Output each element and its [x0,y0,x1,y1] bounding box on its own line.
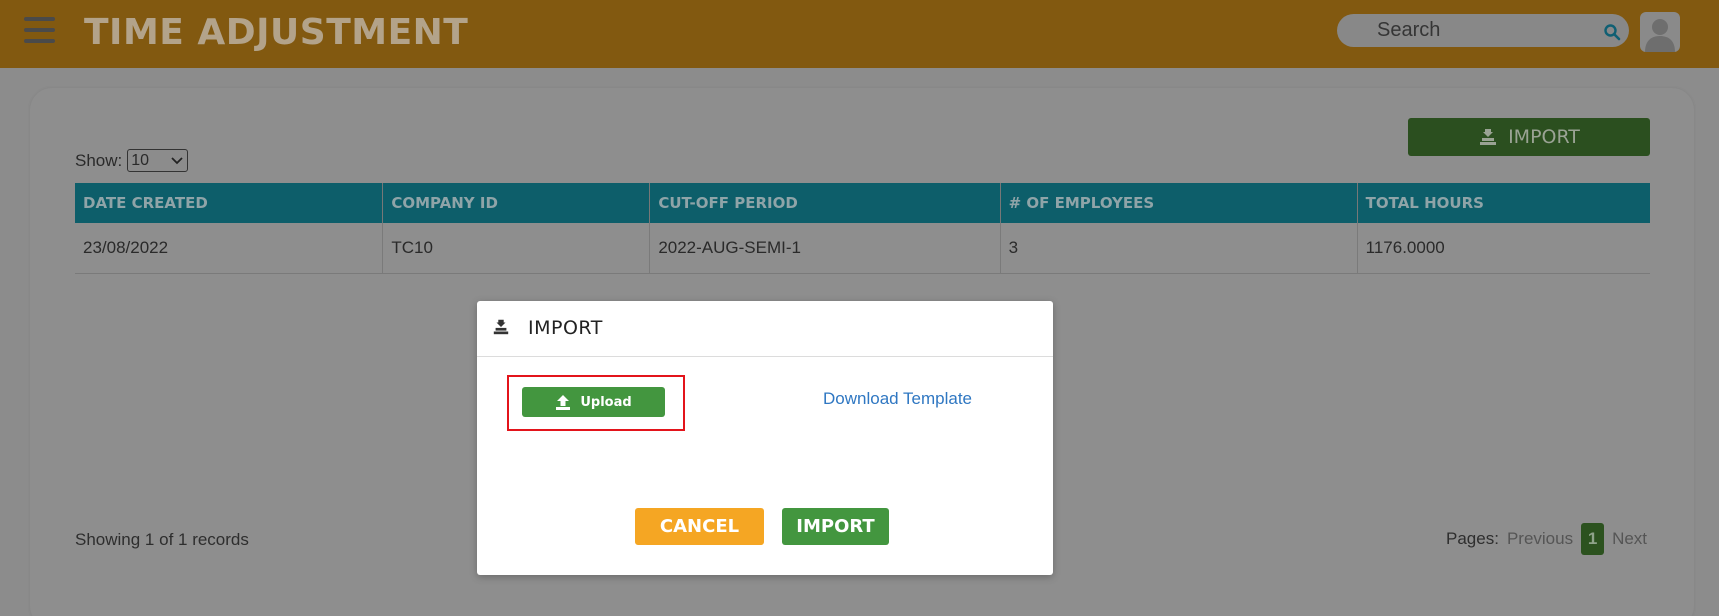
cell-company-id: TC10 [382,223,651,274]
table-row[interactable]: 23/08/2022 TC10 2022-AUG-SEMI-1 3 1176.0… [75,223,1650,274]
column-header[interactable]: DATE CREATED [75,183,384,223]
user-avatar-icon[interactable] [1640,12,1680,52]
cell-cutoff-period: 2022-AUG-SEMI-1 [649,223,1001,274]
page-size-control: Show: 10 [75,149,189,172]
import-button-label: IMPORT [1508,126,1580,148]
import-dialog: IMPORT Upload Download Template CANCEL I… [477,301,1053,575]
cell-total-hours: 1176.0000 [1357,223,1650,274]
next-page-link[interactable]: Next [1612,529,1647,549]
previous-page-link[interactable]: Previous [1507,529,1573,549]
search-input[interactable] [1377,17,1597,43]
column-header[interactable]: CUT-OFF PERIOD [649,183,1001,223]
dialog-title: IMPORT [528,317,603,339]
column-header[interactable]: # OF EMPLOYEES [1000,183,1358,223]
current-page-button[interactable]: 1 [1581,523,1605,555]
show-label: Show: [75,150,123,170]
import-icon [493,319,509,335]
page-title: TIME ADJUSTMENT [84,12,469,53]
import-button[interactable]: IMPORT [1408,118,1650,156]
records-count: Showing 1 of 1 records [75,530,249,549]
import-icon [1480,129,1497,145]
cell-employees: 3 [1000,223,1358,274]
table-header-row: DATE CREATED COMPANY ID CUT-OFF PERIOD #… [75,183,1650,223]
top-bar: TIME ADJUSTMENT [0,0,1719,68]
confirm-import-button[interactable]: IMPORT [782,508,889,545]
upload-button-label: Upload [580,394,632,410]
page-size-value: 10 [131,151,150,169]
download-template-link[interactable]: Download Template [823,389,972,409]
upload-button[interactable]: Upload [522,387,665,417]
column-header[interactable]: COMPANY ID [382,183,651,223]
dialog-header: IMPORT [477,301,1053,357]
cancel-button[interactable]: CANCEL [635,508,764,545]
records-table: DATE CREATED COMPANY ID CUT-OFF PERIOD #… [75,183,1650,274]
pagination: Pages: Previous 1 Next [1446,523,1647,555]
page-size-select[interactable]: 10 [127,149,189,172]
search-bar[interactable] [1337,14,1629,47]
search-icon[interactable] [1603,23,1621,41]
hamburger-icon[interactable] [24,17,55,45]
upload-icon [556,394,571,410]
chevron-down-icon [171,156,183,164]
pages-label: Pages: [1446,529,1499,548]
cell-date-created: 23/08/2022 [75,223,384,274]
column-header[interactable]: TOTAL HOURS [1357,183,1650,223]
